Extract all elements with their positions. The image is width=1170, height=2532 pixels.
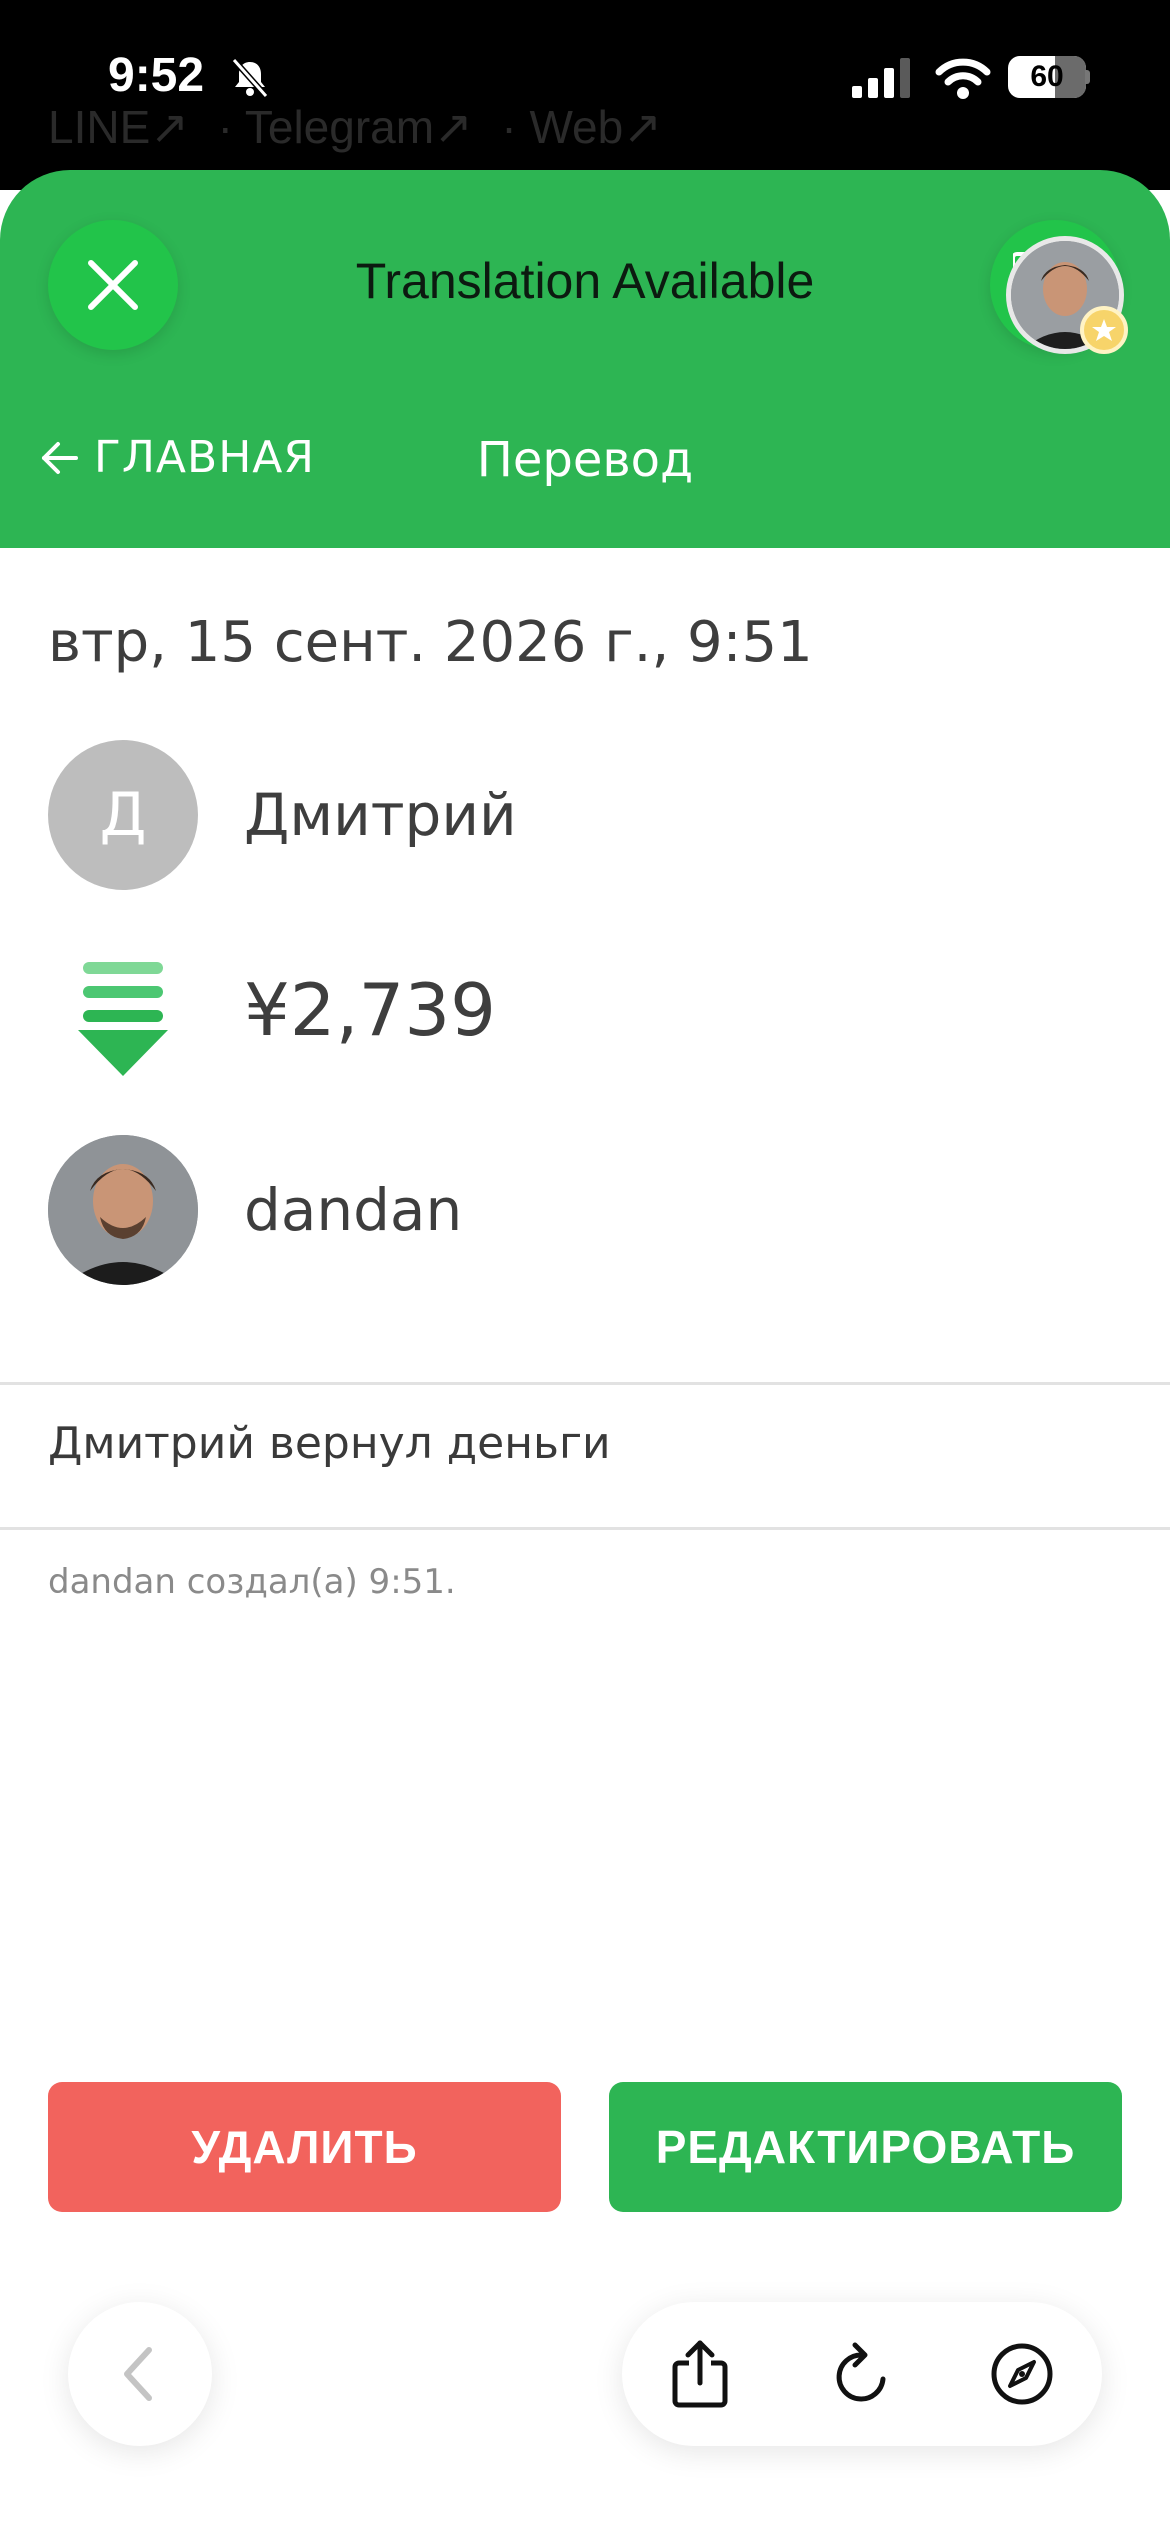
browser-back-button[interactable] [68,2302,212,2446]
reload-button[interactable] [826,2338,898,2410]
divider [0,1527,1170,1530]
edit-button[interactable]: РЕДАКТИРОВАТЬ [609,2082,1122,2212]
wifi-icon [935,58,991,99]
battery-percent: 60 [1030,60,1064,93]
page-title: Перевод [476,432,694,488]
background-link-telegram: · Telegram↗ [217,101,473,153]
compass-icon [991,2343,1053,2405]
transaction-note: Дмитрий вернул деньги [48,1418,611,1469]
background-links: LINE↗ · Telegram↗ · Web↗ [48,100,678,154]
delete-button[interactable]: УДАЛИТЬ [48,2082,561,2212]
battery-cap [1085,70,1090,84]
compass-button[interactable] [986,2338,1058,2410]
payee-row: dandan [48,1135,462,1285]
share-icon [672,2340,728,2408]
amount-row: ¥2,739 [48,940,496,1080]
background-link-line: LINE↗ [48,101,189,153]
payee-name: dandan [244,1176,463,1244]
divider [0,1382,1170,1385]
share-button[interactable] [664,2338,736,2410]
chevron-left-icon [124,2347,152,2401]
background-link-web: · Web↗ [501,101,662,153]
bell-off-icon [231,58,269,98]
transfer-down-icon [78,962,168,1076]
payer-name: Дмитрий [244,781,517,849]
created-info: dandan создал(а) 9:51. [48,1562,456,1602]
user-photo-icon [48,1135,198,1285]
header: Translation Available A 文 ГЛАВНАЯ Перево… [0,170,1170,548]
payer-row: Д Дмитрий [48,740,517,890]
premium-badge [1080,306,1128,354]
star-icon [1092,319,1116,341]
transfer-amount: ¥2,739 [244,968,496,1052]
payer-avatar: Д [48,740,198,890]
cellular-signal-icon [852,58,910,98]
status-time: 9:52 [108,49,205,102]
browser-toolbar [622,2302,1102,2446]
transaction-date: втр, 15 сент. 2026 г., 9:51 [48,610,813,675]
reload-icon [836,2342,886,2402]
battery-indicator: 60 [1008,56,1090,98]
payee-avatar [48,1135,198,1285]
